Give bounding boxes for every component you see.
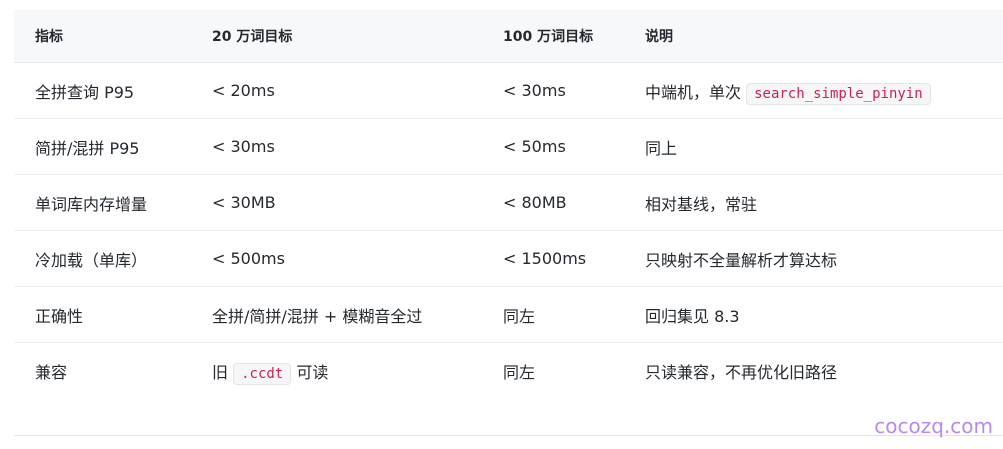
table-row: 简拼/混拼 P95 < 30ms < 50ms 同上 xyxy=(14,118,1003,175)
cell-note: 回归集见 8.3 xyxy=(645,286,1003,343)
cell-target-200k: < 500ms xyxy=(212,230,503,287)
table-row: 兼容 旧 .ccdt 可读 同左 只读兼容，不再优化旧路径 xyxy=(14,343,1003,400)
cell-target-200k: < 30ms xyxy=(212,118,503,175)
metrics-table-container: 指标 20 万词目标 100 万词目标 说明 全拼查询 P95 < 20ms <… xyxy=(14,10,1003,399)
note-text: 中端机，单次 xyxy=(645,82,747,102)
target-text: 可读 xyxy=(291,363,329,382)
watermark-text: cocozq.com xyxy=(874,414,993,438)
cell-metric: 冷加载（单库） xyxy=(14,230,212,287)
inline-code: .ccdt xyxy=(233,363,292,385)
table-header-row: 指标 20 万词目标 100 万词目标 说明 xyxy=(14,10,1003,63)
cell-note: 只读兼容，不再优化旧路径 xyxy=(645,363,838,382)
cell-metric: 兼容 xyxy=(35,363,68,382)
cell-target-200k: < 30MB xyxy=(212,174,503,231)
cell-target-1m: < 50ms xyxy=(503,118,645,175)
cell-note: 相对基线，常驻 xyxy=(645,174,1003,231)
cell-note: 中端机，单次 search_simple_pinyin xyxy=(645,62,1003,119)
table-row: 全拼查询 P95 < 20ms < 30ms 中端机，单次 search_sim… xyxy=(14,62,1003,119)
cell-note: 同上 xyxy=(645,118,1003,175)
table-row: 单词库内存增量 < 30MB < 80MB 相对基线，常驻 xyxy=(14,174,1003,231)
cell-target-1m: 同左 xyxy=(503,286,645,343)
cell-target-1m: < 30ms xyxy=(503,62,645,119)
cell-metric: 全拼查询 P95 xyxy=(14,62,212,119)
header-target-200k: 20 万词目标 xyxy=(212,10,503,63)
cell-target-200k: < 20ms xyxy=(212,62,503,119)
cell-metric: 单词库内存增量 xyxy=(14,174,212,231)
header-metric: 指标 xyxy=(14,10,212,63)
cell-target-200k: 全拼/简拼/混拼 + 模糊音全过 xyxy=(212,286,503,343)
cell-target-1m: 同左 xyxy=(503,363,536,382)
performance-metrics-table: 指标 20 万词目标 100 万词目标 说明 全拼查询 P95 < 20ms <… xyxy=(14,10,1003,399)
cell-note: 只映射不全量解析才算达标 xyxy=(645,230,1003,287)
cell-target-1m: < 1500ms xyxy=(503,230,645,287)
cell-target-1m: < 80MB xyxy=(503,174,645,231)
cell-metric: 简拼/混拼 P95 xyxy=(14,118,212,175)
inline-code: search_simple_pinyin xyxy=(746,82,931,105)
cell-target-200k: 旧 .ccdt 可读 xyxy=(212,343,503,400)
header-target-1m: 100 万词目标 xyxy=(503,10,645,63)
table-row: 冷加载（单库） < 500ms < 1500ms 只映射不全量解析才算达标 xyxy=(14,230,1003,287)
cell-metric: 正确性 xyxy=(14,286,212,343)
header-note: 说明 xyxy=(645,10,1003,63)
target-text: 旧 xyxy=(212,363,234,382)
table-row: 正确性 全拼/简拼/混拼 + 模糊音全过 同左 回归集见 8.3 xyxy=(14,286,1003,343)
bottom-divider xyxy=(14,435,1003,436)
